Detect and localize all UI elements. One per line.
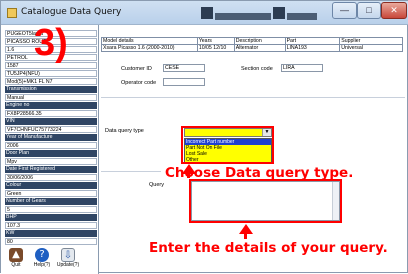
vehicle-field[interactable]: 30/06/2006 (5, 174, 97, 181)
vehicle-field[interactable]: VF7CHNFUC75773224 (5, 126, 97, 133)
maximize-button[interactable]: □ (357, 2, 381, 19)
table-header-cell: Supplier (339, 37, 403, 45)
field-label: Engine no (5, 102, 97, 109)
divider (101, 171, 161, 172)
catalogue-data-query-window: Catalogue Data Query — □ ✕ PUGEOT5lama P… (0, 0, 408, 274)
vehicle-field[interactable]: Mod(5)+MK1 FL N7 (5, 78, 97, 85)
field-label: Transmission (5, 86, 97, 93)
data-query-type-label: Data query type (105, 128, 144, 134)
update-icon: ⇩ (61, 248, 75, 262)
table-header-cell: Description (233, 37, 286, 45)
table-header-cell: Model details (101, 37, 198, 45)
details-table: Model details Years Description Part Sup… (101, 37, 403, 52)
help-icon: ? (35, 248, 49, 262)
quit-button[interactable]: ▲ Quit (4, 247, 28, 274)
vehicle-field[interactable]: 5 (5, 206, 97, 213)
app-icon (7, 8, 17, 18)
vehicle-field[interactable]: 80 (5, 238, 97, 245)
title-bar-strip (215, 13, 271, 20)
bottom-toolbar: ▲ Quit ? Help(?) ⇩ Update(?) (1, 247, 99, 274)
title-bar-strip (287, 13, 317, 20)
field-label: Year of Manufacture (5, 134, 97, 141)
section-code-label: Section code (241, 66, 273, 72)
annotation-box (181, 126, 274, 164)
window-title: Catalogue Data Query (21, 7, 122, 17)
query-label: Query (149, 182, 164, 188)
operator-code-field[interactable] (163, 78, 205, 86)
table-cell: Xsara Picasso 1.6 (2000-2010) (101, 44, 198, 52)
dark-block-icon (273, 7, 285, 19)
quit-icon: ▲ (9, 248, 23, 262)
help-label: Help(?) (33, 262, 51, 268)
field-label: BHP (5, 214, 97, 221)
quit-label: Quit (11, 262, 21, 268)
vehicle-field[interactable]: TU5JP4(NFU) (5, 70, 97, 77)
field-label: Date First Registered (5, 166, 97, 173)
customer-id-label: Customer ID (121, 66, 152, 72)
field-label: Door Plan (5, 150, 97, 157)
table-header-cell: Years (196, 37, 235, 45)
close-button[interactable]: ✕ (381, 2, 407, 19)
vehicle-field[interactable]: Manual (5, 94, 97, 101)
divider (101, 97, 405, 98)
field-label: Number of Gears (5, 198, 97, 205)
vehicle-field[interactable]: Mpv (5, 158, 97, 165)
dark-block-icon (201, 7, 213, 19)
update-label: Update(?) (56, 262, 80, 268)
field-label: VIN (5, 118, 97, 125)
field-label: Colour (5, 182, 97, 189)
field-label: KW (5, 230, 97, 237)
callout-enter-details: Enter the details of your query. (149, 240, 388, 256)
table-cell: Alternator (233, 44, 286, 52)
annotation-box (189, 179, 342, 223)
table-header-row: Model details Years Description Part Sup… (101, 37, 403, 45)
vehicle-field[interactable]: 107.3 (5, 222, 97, 229)
minimize-button[interactable]: — (332, 2, 357, 19)
table-cell: 10/05 12/10 (196, 44, 235, 52)
customer-id-field[interactable]: CESE (163, 64, 205, 72)
update-button[interactable]: ⇩ Update(?) (56, 247, 80, 274)
table-cell: Universal (339, 44, 403, 52)
section-code-field[interactable]: LIRA (281, 64, 323, 72)
vehicle-field[interactable]: 2006 (5, 142, 97, 149)
arrow-shaft (244, 233, 247, 239)
operator-code-label: Operator code (121, 80, 157, 86)
table-row[interactable]: Xsara Picasso 1.6 (2000-2010) 10/05 12/1… (101, 44, 403, 52)
vehicle-field[interactable]: Green (5, 190, 97, 197)
vehicle-field[interactable]: FX8P28566.35 (5, 110, 97, 117)
table-cell: LINA193 (284, 44, 341, 52)
table-header-cell: Part (284, 37, 341, 45)
help-button[interactable]: ? Help(?) (30, 247, 54, 274)
step-number-overlay: 3) (34, 22, 68, 64)
